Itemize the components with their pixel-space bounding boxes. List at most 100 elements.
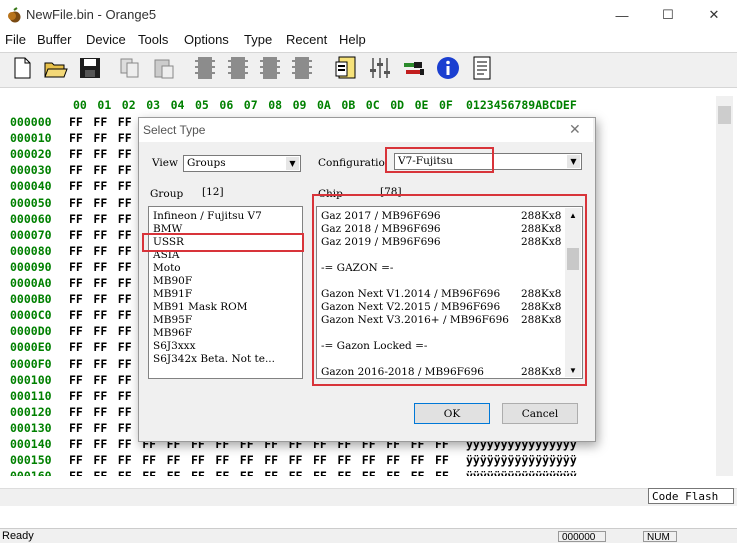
hex-byte[interactable]: FF [93,389,107,403]
hex-byte[interactable]: FF [69,437,83,451]
menu-file[interactable]: File [5,32,26,47]
hex-byte[interactable]: FF [93,324,107,338]
new-file-icon[interactable] [10,56,34,80]
hex-byte[interactable]: FF [93,131,107,145]
close-window-button[interactable]: ✕ [691,0,737,30]
hex-byte[interactable]: FF [69,179,83,193]
group-list-item[interactable]: MB96F [153,327,192,339]
group-list-item[interactable]: MB91 Mask ROM [153,301,248,313]
hex-byte[interactable]: FF [118,405,132,419]
hex-byte[interactable]: FF [93,115,107,129]
hex-byte[interactable]: FF [69,308,83,322]
vertical-scrollbar[interactable] [716,96,733,476]
hex-byte[interactable]: FF [435,453,449,467]
hex-byte[interactable]: FF [118,340,132,354]
hex-byte[interactable]: FF [362,453,376,467]
hex-byte[interactable]: FF [69,212,83,226]
copy-icon[interactable] [118,56,142,80]
hex-byte[interactable]: FF [69,292,83,306]
hex-byte[interactable]: FF [142,469,156,476]
hex-byte[interactable]: FF [93,244,107,258]
hex-byte[interactable]: FF [69,228,83,242]
hex-byte[interactable]: FF [191,469,205,476]
hex-byte[interactable]: FF [93,260,107,274]
device-select-icon[interactable] [334,56,358,80]
hex-byte[interactable]: FF [337,469,351,476]
hex-byte[interactable]: FF [93,421,107,435]
hex-byte[interactable]: FF [118,115,132,129]
hex-byte[interactable]: FF [93,373,107,387]
connector-icon[interactable] [402,56,426,80]
menu-recent[interactable]: Recent [286,32,327,47]
hex-byte[interactable]: FF [69,389,83,403]
group-list-item[interactable]: MB91F [153,288,192,300]
cancel-button[interactable]: Cancel [502,403,578,424]
hex-byte[interactable]: FF [69,276,83,290]
hex-byte[interactable]: FF [362,469,376,476]
group-list-item[interactable]: MB95F [153,314,192,326]
chip-icon[interactable] [290,56,314,80]
hex-byte[interactable]: FF [215,469,229,476]
hex-byte[interactable]: FF [93,212,107,226]
hex-byte[interactable]: FF [93,196,107,210]
hex-byte[interactable]: FF [167,453,181,467]
hex-byte[interactable]: FF [93,453,107,467]
info-icon[interactable] [436,56,460,80]
minimize-button[interactable]: — [599,0,645,30]
memory-type-select[interactable]: Code Flash [648,488,734,504]
hex-byte[interactable]: FF [69,469,83,476]
dialog-close-button[interactable]: ✕ [569,121,581,138]
hex-byte[interactable]: FF [289,469,303,476]
hex-byte[interactable]: FF [93,292,107,306]
open-folder-icon[interactable] [44,56,68,80]
hex-byte[interactable]: FF [118,389,132,403]
hex-byte[interactable]: FF [118,324,132,338]
hex-byte[interactable]: FF [118,292,132,306]
hex-byte[interactable]: FF [69,244,83,258]
hex-byte[interactable]: FF [93,228,107,242]
chip-icon[interactable] [226,56,250,80]
hex-byte[interactable]: FF [118,244,132,258]
hex-byte[interactable]: FF [93,147,107,161]
ok-button[interactable]: OK [414,403,490,424]
hex-byte[interactable]: FF [69,196,83,210]
hex-byte[interactable]: FF [93,276,107,290]
hex-byte[interactable]: FF [69,357,83,371]
hex-byte[interactable]: FF [240,469,254,476]
hex-byte[interactable]: FF [411,453,425,467]
group-list-item[interactable]: S6J3xxx [153,340,196,352]
hex-byte[interactable]: FF [264,453,278,467]
hex-byte[interactable]: FF [167,469,181,476]
hex-byte[interactable]: FF [118,469,132,476]
hex-byte[interactable]: FF [118,163,132,177]
document-icon[interactable] [470,56,494,80]
maximize-button[interactable]: ☐ [645,0,691,30]
group-list-item[interactable]: Infineon / Fujitsu V7 [153,210,262,222]
hex-byte[interactable]: FF [289,453,303,467]
hex-byte[interactable]: FF [93,340,107,354]
paste-icon[interactable] [152,56,176,80]
hex-byte[interactable]: FF [118,421,132,435]
hex-byte[interactable]: FF [118,196,132,210]
hex-byte[interactable]: FF [215,453,229,467]
ascii-row[interactable]: ÿÿÿÿÿÿÿÿÿÿÿÿÿÿÿÿ [466,453,577,467]
hex-byte[interactable]: FF [337,453,351,467]
hex-byte[interactable]: FF [93,469,107,476]
menu-options[interactable]: Options [184,32,229,47]
hex-byte[interactable]: FF [93,179,107,193]
hex-byte[interactable]: FF [69,453,83,467]
hex-byte[interactable]: FF [93,437,107,451]
hex-byte[interactable]: FF [118,437,132,451]
menu-tools[interactable]: Tools [138,32,168,47]
group-listbox[interactable]: Infineon / Fujitsu V7 BMW USSR ASIA Moto MB90… [148,206,303,379]
ascii-row[interactable]: ÿÿÿÿÿÿÿÿÿÿÿÿÿÿÿÿ [466,469,577,476]
hex-byte[interactable]: FF [118,147,132,161]
hex-byte[interactable]: FF [118,453,132,467]
chip-icon[interactable] [193,56,217,80]
hex-byte[interactable]: FF [69,405,83,419]
menu-device[interactable]: Device [86,32,126,47]
hex-byte[interactable]: FF [118,308,132,322]
hex-byte[interactable]: FF [69,324,83,338]
hex-byte[interactable]: FF [386,453,400,467]
group-list-item[interactable]: S6J342x Beta. Not te... [153,353,275,365]
